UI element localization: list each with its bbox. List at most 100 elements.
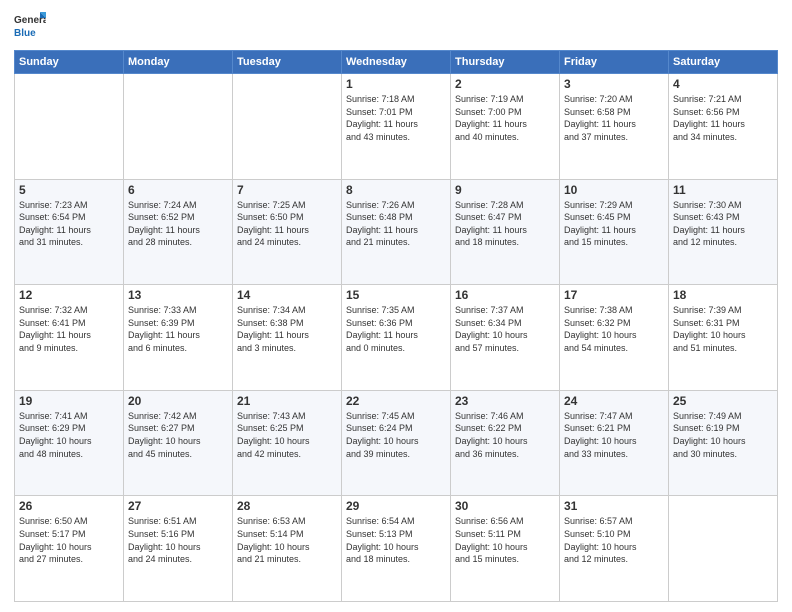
day-info: Sunrise: 7:29 AM Sunset: 6:45 PM Dayligh… [564,199,664,249]
day-number: 22 [346,394,446,408]
calendar-header-row: SundayMondayTuesdayWednesdayThursdayFrid… [15,51,778,74]
calendar-week-5: 26 Sunrise: 6:50 AM Sunset: 5:17 PM Dayli… [15,496,778,602]
calendar-cell: 2Sunrise: 7:19 AM Sunset: 7:00 PM Daylig… [451,74,560,180]
logo-svg: General Blue [14,10,46,42]
day-number: 12 [19,288,119,302]
calendar-cell: 30Sunrise: 6:56 AM Sunset: 5:11 PM Dayli… [451,496,560,602]
day-number: 15 [346,288,446,302]
calendar-week-1: 1 Sunrise: 7:18 AM Sunset: 7:01 PM Daylig… [15,74,778,180]
day-header-friday: Friday [560,51,669,74]
day-number: 3 [564,77,664,91]
calendar-cell: 5Sunrise: 7:23 AM Sunset: 6:54 PM Daylig… [15,179,124,285]
day-header-saturday: Saturday [669,51,778,74]
day-info: Sunrise: 6:50 AM Sunset: 5:17 PM Dayligh… [19,515,119,565]
day-info: Sunrise: 7:33 AM Sunset: 6:39 PM Dayligh… [128,304,228,354]
day-number: 29 [346,499,446,513]
svg-text:Blue: Blue [14,28,36,39]
day-info: Sunrise: 7:30 AM Sunset: 6:43 PM Dayligh… [673,199,773,249]
day-number: 26 [19,499,119,513]
day-info: Sunrise: 7:41 AM Sunset: 6:29 PM Dayligh… [19,410,119,460]
day-info: Sunrise: 7:20 AM Sunset: 6:58 PM Dayligh… [564,93,664,143]
day-info: Sunrise: 7:49 AM Sunset: 6:19 PM Dayligh… [673,410,773,460]
calendar-cell [124,74,233,180]
day-info: Sunrise: 7:18 AM Sunset: 7:01 PM Dayligh… [346,93,446,143]
day-info: Sunrise: 7:21 AM Sunset: 6:56 PM Dayligh… [673,93,773,143]
day-info: Sunrise: 7:26 AM Sunset: 6:48 PM Dayligh… [346,199,446,249]
day-number: 28 [237,499,337,513]
calendar-cell: 14 Sunrise: 7:34 AM Sunset: 6:38 PM Dayli… [233,285,342,391]
day-number: 11 [673,183,773,197]
day-info: Sunrise: 7:47 AM Sunset: 6:21 PM Dayligh… [564,410,664,460]
day-info: Sunrise: 7:39 AM Sunset: 6:31 PM Dayligh… [673,304,773,354]
day-info: Sunrise: 7:37 AM Sunset: 6:34 PM Dayligh… [455,304,555,354]
page: General Blue SundayMondayTuesdayWednesda… [0,0,792,612]
calendar-cell: 6Sunrise: 7:24 AM Sunset: 6:52 PM Daylig… [124,179,233,285]
calendar-cell [233,74,342,180]
calendar-cell: 31 Sunrise: 6:57 AM Sunset: 5:10 PM Dayli… [560,496,669,602]
calendar-cell: 16 Sunrise: 7:37 AM Sunset: 6:34 PM Dayli… [451,285,560,391]
day-number: 13 [128,288,228,302]
day-number: 1 [346,77,446,91]
calendar-cell: 20 Sunrise: 7:42 AM Sunset: 6:27 PM Dayli… [124,390,233,496]
calendar-cell: 17 Sunrise: 7:38 AM Sunset: 6:32 PM Dayli… [560,285,669,391]
day-number: 8 [346,183,446,197]
calendar-cell: 27 Sunrise: 6:51 AM Sunset: 5:16 PM Dayli… [124,496,233,602]
day-number: 24 [564,394,664,408]
day-header-monday: Monday [124,51,233,74]
day-number: 31 [564,499,664,513]
calendar-week-3: 12 Sunrise: 7:32 AM Sunset: 6:41 PM Dayli… [15,285,778,391]
calendar-cell: 7 Sunrise: 7:25 AM Sunset: 6:50 PM Daylig… [233,179,342,285]
calendar-cell: 8 Sunrise: 7:26 AM Sunset: 6:48 PM Daylig… [342,179,451,285]
calendar-cell: 22Sunrise: 7:45 AM Sunset: 6:24 PM Dayli… [342,390,451,496]
day-info: Sunrise: 7:24 AM Sunset: 6:52 PM Dayligh… [128,199,228,249]
day-number: 7 [237,183,337,197]
day-info: Sunrise: 6:53 AM Sunset: 5:14 PM Dayligh… [237,515,337,565]
calendar-cell: 26 Sunrise: 6:50 AM Sunset: 5:17 PM Dayli… [15,496,124,602]
day-number: 19 [19,394,119,408]
calendar-cell: 19 Sunrise: 7:41 AM Sunset: 6:29 PM Dayli… [15,390,124,496]
day-number: 14 [237,288,337,302]
day-number: 16 [455,288,555,302]
day-info: Sunrise: 7:38 AM Sunset: 6:32 PM Dayligh… [564,304,664,354]
day-number: 21 [237,394,337,408]
calendar-week-2: 5Sunrise: 7:23 AM Sunset: 6:54 PM Daylig… [15,179,778,285]
day-header-tuesday: Tuesday [233,51,342,74]
calendar-cell: 28 Sunrise: 6:53 AM Sunset: 5:14 PM Dayli… [233,496,342,602]
calendar-cell: 11 Sunrise: 7:30 AM Sunset: 6:43 PM Dayli… [669,179,778,285]
calendar-cell: 23 Sunrise: 7:46 AM Sunset: 6:22 PM Dayli… [451,390,560,496]
day-number: 2 [455,77,555,91]
calendar-cell: 9Sunrise: 7:28 AM Sunset: 6:47 PM Daylig… [451,179,560,285]
day-number: 18 [673,288,773,302]
logo: General Blue [14,10,46,42]
day-info: Sunrise: 7:34 AM Sunset: 6:38 PM Dayligh… [237,304,337,354]
day-number: 20 [128,394,228,408]
header: General Blue [14,10,778,42]
day-number: 25 [673,394,773,408]
day-number: 23 [455,394,555,408]
calendar-cell: 13 Sunrise: 7:33 AM Sunset: 6:39 PM Dayli… [124,285,233,391]
day-number: 10 [564,183,664,197]
day-number: 9 [455,183,555,197]
day-info: Sunrise: 7:43 AM Sunset: 6:25 PM Dayligh… [237,410,337,460]
day-info: Sunrise: 6:57 AM Sunset: 5:10 PM Dayligh… [564,515,664,565]
day-info: Sunrise: 7:42 AM Sunset: 6:27 PM Dayligh… [128,410,228,460]
calendar-cell: 1 Sunrise: 7:18 AM Sunset: 7:01 PM Daylig… [342,74,451,180]
calendar-cell: 21 Sunrise: 7:43 AM Sunset: 6:25 PM Dayli… [233,390,342,496]
calendar-table: SundayMondayTuesdayWednesdayThursdayFrid… [14,50,778,602]
calendar-cell: 3 Sunrise: 7:20 AM Sunset: 6:58 PM Daylig… [560,74,669,180]
day-info: Sunrise: 6:51 AM Sunset: 5:16 PM Dayligh… [128,515,228,565]
day-number: 17 [564,288,664,302]
day-info: Sunrise: 6:56 AM Sunset: 5:11 PM Dayligh… [455,515,555,565]
calendar-cell: 29Sunrise: 6:54 AM Sunset: 5:13 PM Dayli… [342,496,451,602]
day-info: Sunrise: 7:46 AM Sunset: 6:22 PM Dayligh… [455,410,555,460]
day-number: 5 [19,183,119,197]
day-number: 27 [128,499,228,513]
calendar-cell: 4Sunrise: 7:21 AM Sunset: 6:56 PM Daylig… [669,74,778,180]
day-info: Sunrise: 7:35 AM Sunset: 6:36 PM Dayligh… [346,304,446,354]
day-info: Sunrise: 7:32 AM Sunset: 6:41 PM Dayligh… [19,304,119,354]
calendar-cell: 15 Sunrise: 7:35 AM Sunset: 6:36 PM Dayli… [342,285,451,391]
day-info: Sunrise: 7:25 AM Sunset: 6:50 PM Dayligh… [237,199,337,249]
calendar-cell: 24 Sunrise: 7:47 AM Sunset: 6:21 PM Dayli… [560,390,669,496]
calendar-cell: 10 Sunrise: 7:29 AM Sunset: 6:45 PM Dayli… [560,179,669,285]
day-header-sunday: Sunday [15,51,124,74]
